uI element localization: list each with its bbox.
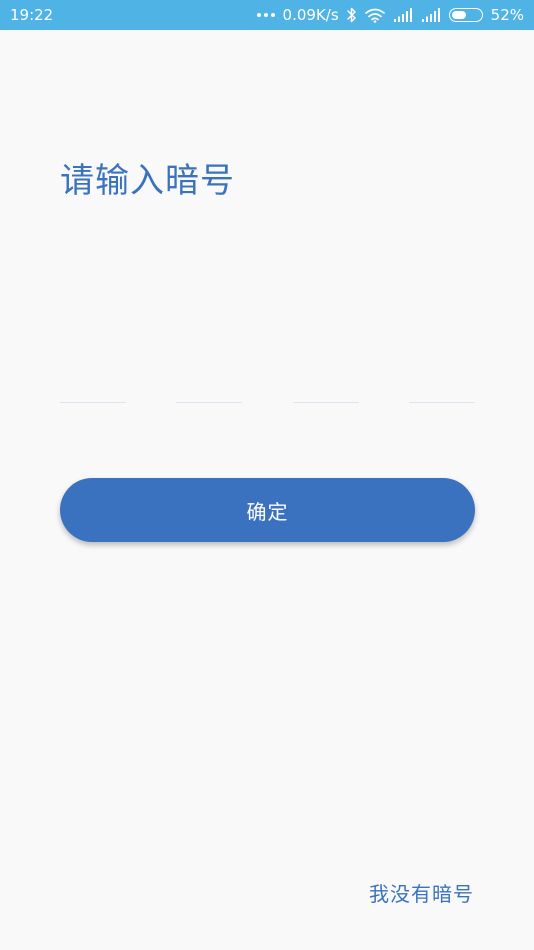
page-title: 请输入暗号 <box>60 161 235 201</box>
no-code-link[interactable]: 我没有暗号 <box>369 878 474 907</box>
code-input-group <box>60 370 475 404</box>
status-right: 0.09K/s 52% <box>256 6 524 24</box>
status-left: 19:22 <box>10 6 53 24</box>
confirm-button[interactable]: 确定 <box>60 478 475 542</box>
status-time: 19:22 <box>10 6 54 24</box>
signal-icon <box>393 8 413 22</box>
bluetooth-icon <box>346 7 357 23</box>
code-input-4[interactable] <box>408 370 475 403</box>
signal-icon <box>421 8 441 22</box>
wifi-icon <box>364 8 385 23</box>
code-input-1[interactable] <box>60 370 126 403</box>
battery-percent: 52% <box>490 6 524 24</box>
more-dots-icon <box>256 13 275 17</box>
status-bar: 19:22 0.09K/s 52% <box>0 0 534 30</box>
code-input-3[interactable] <box>292 370 359 403</box>
battery-icon <box>448 8 483 22</box>
code-input-2[interactable] <box>176 370 243 403</box>
network-speed: 0.09K/s <box>282 6 339 24</box>
battery-fill <box>451 11 467 19</box>
